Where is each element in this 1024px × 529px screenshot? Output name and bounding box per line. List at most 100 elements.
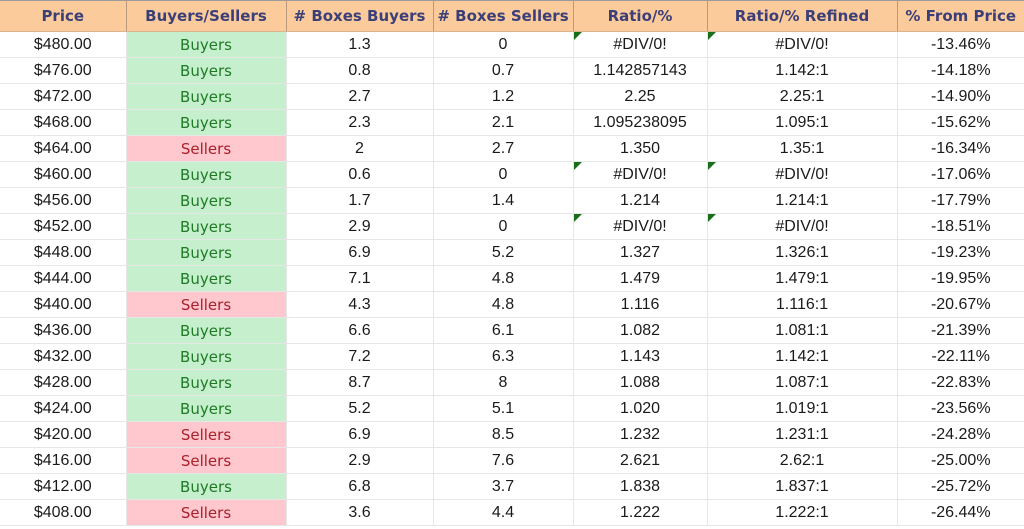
cell-boxes-sellers[interactable]: 8.5 xyxy=(433,421,574,448)
cell-boxes-buyers[interactable]: 6.9 xyxy=(286,239,434,266)
cell-price[interactable]: $412.00 xyxy=(0,473,127,500)
cell-price[interactable]: $476.00 xyxy=(0,57,127,84)
cell-boxes-sellers[interactable]: 4.4 xyxy=(433,499,574,526)
cell-boxes-sellers[interactable]: 1.2 xyxy=(433,83,574,110)
cell-from-price[interactable]: -17.06% xyxy=(897,161,1024,188)
cell-boxes-sellers[interactable]: 5.2 xyxy=(433,239,574,266)
cell-side[interactable]: Buyers xyxy=(126,317,287,344)
cell-boxes-sellers[interactable]: 4.8 xyxy=(433,291,574,318)
cell-price[interactable]: $464.00 xyxy=(0,135,127,162)
cell-boxes-sellers[interactable]: 4.8 xyxy=(433,265,574,292)
cell-side[interactable]: Buyers xyxy=(126,31,287,58)
cell-from-price[interactable]: -24.28% xyxy=(897,421,1024,448)
cell-from-price[interactable]: -20.67% xyxy=(897,291,1024,318)
cell-side[interactable]: Buyers xyxy=(126,161,287,188)
cell-boxes-sellers[interactable]: 6.1 xyxy=(433,317,574,344)
cell-boxes-buyers[interactable]: 4.3 xyxy=(286,291,434,318)
cell-side[interactable]: Buyers xyxy=(126,187,287,214)
cell-price[interactable]: $472.00 xyxy=(0,83,127,110)
cell-boxes-buyers[interactable]: 1.3 xyxy=(286,31,434,58)
cell-from-price[interactable]: -21.39% xyxy=(897,317,1024,344)
cell-boxes-sellers[interactable]: 3.7 xyxy=(433,473,574,500)
header-buyers-sellers[interactable]: Buyers/Sellers xyxy=(126,0,287,32)
cell-ratio[interactable]: 2.25 xyxy=(573,83,708,110)
cell-price[interactable]: $432.00 xyxy=(0,343,127,370)
cell-boxes-buyers[interactable]: 2.3 xyxy=(286,109,434,136)
cell-side[interactable]: Sellers xyxy=(126,499,287,526)
cell-ratio-refined[interactable]: 1.222:1 xyxy=(707,499,898,526)
cell-side[interactable]: Buyers xyxy=(126,369,287,396)
cell-boxes-buyers[interactable]: 7.2 xyxy=(286,343,434,370)
cell-price[interactable]: $452.00 xyxy=(0,213,127,240)
cell-from-price[interactable]: -14.18% xyxy=(897,57,1024,84)
header-boxes-sellers[interactable]: # Boxes Sellers xyxy=(433,0,574,32)
cell-price[interactable]: $460.00 xyxy=(0,161,127,188)
cell-ratio-refined[interactable]: 1.142:1 xyxy=(707,343,898,370)
cell-side[interactable]: Buyers xyxy=(126,57,287,84)
cell-ratio-refined[interactable]: 2.62:1 xyxy=(707,447,898,474)
cell-ratio[interactable]: 1.350 xyxy=(573,135,708,162)
cell-boxes-buyers[interactable]: 8.7 xyxy=(286,369,434,396)
cell-boxes-sellers[interactable]: 0 xyxy=(433,31,574,58)
cell-side[interactable]: Sellers xyxy=(126,135,287,162)
cell-boxes-buyers[interactable]: 7.1 xyxy=(286,265,434,292)
cell-ratio[interactable]: 1.020 xyxy=(573,395,708,422)
cell-boxes-buyers[interactable]: 2 xyxy=(286,135,434,162)
cell-boxes-sellers[interactable]: 2.1 xyxy=(433,109,574,136)
cell-from-price[interactable]: -26.44% xyxy=(897,499,1024,526)
cell-boxes-sellers[interactable]: 0.7 xyxy=(433,57,574,84)
cell-from-price[interactable]: -13.46% xyxy=(897,31,1024,58)
cell-ratio[interactable]: 1.222 xyxy=(573,499,708,526)
cell-ratio-refined[interactable]: 1.231:1 xyxy=(707,421,898,448)
cell-ratio[interactable]: #DIV/0! xyxy=(573,213,708,240)
header-ratio[interactable]: Ratio/% xyxy=(573,0,708,32)
cell-side[interactable]: Buyers xyxy=(126,343,287,370)
header-from-price[interactable]: % From Price xyxy=(897,0,1024,32)
cell-side[interactable]: Buyers xyxy=(126,83,287,110)
cell-from-price[interactable]: -25.72% xyxy=(897,473,1024,500)
cell-side[interactable]: Buyers xyxy=(126,395,287,422)
header-price[interactable]: Price xyxy=(0,0,127,32)
cell-boxes-buyers[interactable]: 0.6 xyxy=(286,161,434,188)
cell-ratio[interactable]: 1.327 xyxy=(573,239,708,266)
cell-ratio[interactable]: 1.143 xyxy=(573,343,708,370)
cell-ratio[interactable]: #DIV/0! xyxy=(573,31,708,58)
cell-ratio-refined[interactable]: #DIV/0! xyxy=(707,161,898,188)
header-ratio-refined[interactable]: Ratio/% Refined xyxy=(707,0,898,32)
cell-price[interactable]: $420.00 xyxy=(0,421,127,448)
cell-boxes-buyers[interactable]: 2.9 xyxy=(286,447,434,474)
cell-boxes-buyers[interactable]: 0.8 xyxy=(286,57,434,84)
cell-boxes-sellers[interactable]: 7.6 xyxy=(433,447,574,474)
cell-boxes-buyers[interactable]: 2.7 xyxy=(286,83,434,110)
cell-price[interactable]: $416.00 xyxy=(0,447,127,474)
cell-price[interactable]: $444.00 xyxy=(0,265,127,292)
cell-boxes-sellers[interactable]: 0 xyxy=(433,161,574,188)
cell-boxes-buyers[interactable]: 6.6 xyxy=(286,317,434,344)
cell-boxes-sellers[interactable]: 2.7 xyxy=(433,135,574,162)
cell-boxes-sellers[interactable]: 8 xyxy=(433,369,574,396)
cell-from-price[interactable]: -22.83% xyxy=(897,369,1024,396)
cell-from-price[interactable]: -19.95% xyxy=(897,265,1024,292)
cell-boxes-buyers[interactable]: 2.9 xyxy=(286,213,434,240)
cell-price[interactable]: $440.00 xyxy=(0,291,127,318)
cell-ratio-refined[interactable]: 1.087:1 xyxy=(707,369,898,396)
cell-ratio-refined[interactable]: 1.479:1 xyxy=(707,265,898,292)
cell-side[interactable]: Buyers xyxy=(126,265,287,292)
cell-from-price[interactable]: -19.23% xyxy=(897,239,1024,266)
cell-ratio[interactable]: 1.095238095 xyxy=(573,109,708,136)
cell-ratio[interactable]: 1.838 xyxy=(573,473,708,500)
cell-boxes-sellers[interactable]: 5.1 xyxy=(433,395,574,422)
cell-boxes-buyers[interactable]: 1.7 xyxy=(286,187,434,214)
cell-boxes-buyers[interactable]: 6.8 xyxy=(286,473,434,500)
cell-side[interactable]: Sellers xyxy=(126,421,287,448)
cell-ratio[interactable]: 1.214 xyxy=(573,187,708,214)
cell-ratio-refined[interactable]: 1.019:1 xyxy=(707,395,898,422)
cell-boxes-sellers[interactable]: 0 xyxy=(433,213,574,240)
cell-price[interactable]: $428.00 xyxy=(0,369,127,396)
cell-from-price[interactable]: -23.56% xyxy=(897,395,1024,422)
cell-ratio-refined[interactable]: 1.142:1 xyxy=(707,57,898,84)
cell-side[interactable]: Buyers xyxy=(126,109,287,136)
cell-ratio-refined[interactable]: 1.116:1 xyxy=(707,291,898,318)
cell-from-price[interactable]: -22.11% xyxy=(897,343,1024,370)
cell-boxes-sellers[interactable]: 1.4 xyxy=(433,187,574,214)
